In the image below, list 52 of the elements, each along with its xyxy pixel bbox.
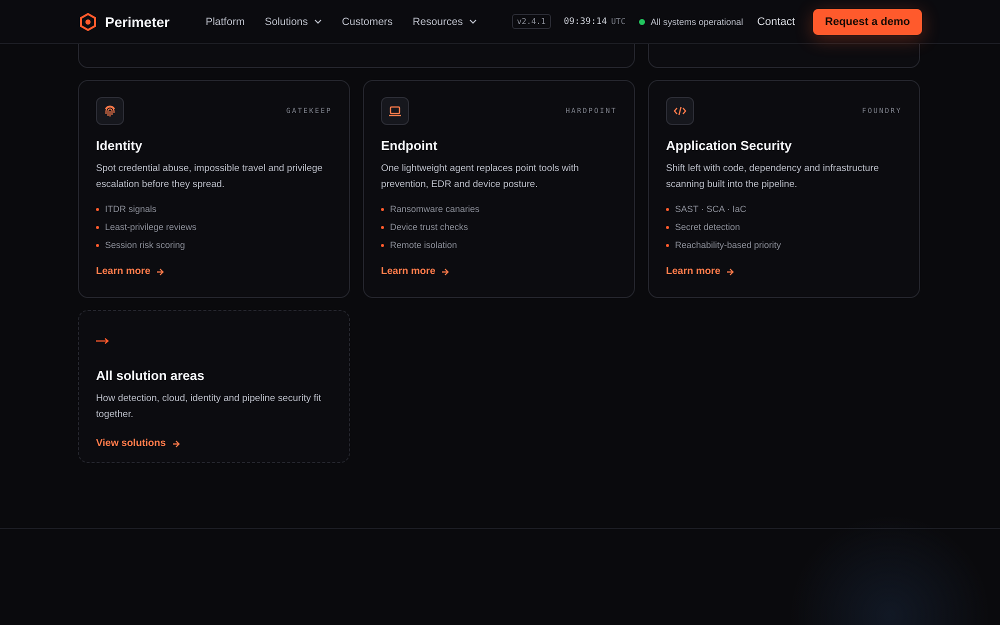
timezone-label: UTC	[611, 17, 626, 26]
nav-link[interactable]: Resources	[412, 16, 477, 28]
feature-item: SAST · SCA · IaC	[675, 203, 746, 215]
card-description: Shift left with code, dependency and infrastructure scanning built into the pipeline.	[666, 162, 880, 192]
card-description: Spot credential abuse, impossible travel and privilege escalation before they spread.	[96, 162, 324, 192]
bullet-icon	[381, 226, 384, 228]
status-text: All systems operational	[650, 16, 744, 26]
feature-item: Least-privilege reviews	[105, 221, 197, 233]
feature-item: Device trust checks	[390, 221, 468, 233]
card-title: Endpoint	[381, 138, 438, 153]
feature-item: Secret detection	[675, 221, 740, 233]
learn-more-link[interactable]: Learn more	[381, 266, 450, 277]
laptop-icon	[388, 104, 402, 118]
nav-link[interactable]: Platform	[206, 16, 245, 28]
version-badge: v2.4.1	[512, 14, 551, 29]
bullet-icon	[381, 208, 384, 210]
arrow-right-icon	[96, 338, 109, 344]
feature-item: Reachability-based priority	[675, 239, 782, 251]
arrow-right-icon	[156, 268, 164, 276]
learn-more-link[interactable]: Learn more	[96, 266, 164, 277]
learn-more-link[interactable]: View solutions	[96, 438, 180, 449]
card-title: Application Security	[666, 138, 793, 153]
feature-item: ITDR signals	[105, 203, 157, 215]
card-description: How detection, cloud, identity and pipeline security fit together.	[96, 392, 322, 422]
chevron-down-icon	[314, 19, 322, 24]
feature-item: Session risk scoring	[105, 239, 186, 251]
contact-link[interactable]: Contact	[757, 16, 796, 28]
brand-name[interactable]: Perimeter	[105, 14, 170, 30]
bullet-icon	[96, 226, 99, 228]
bullet-icon	[666, 208, 669, 210]
fingerprint-icon	[103, 104, 117, 118]
hexagon-logo-icon	[80, 12, 96, 30]
bullet-icon	[96, 208, 99, 210]
nav-link[interactable]: Customers	[342, 16, 393, 28]
request-demo-button[interactable]: Request a demo	[813, 8, 922, 34]
code-icon	[673, 104, 687, 118]
arrow-right-icon	[726, 268, 734, 276]
nav-link[interactable]: Solutions	[264, 16, 322, 28]
clock-time: 09:39:14	[564, 16, 608, 26]
card-description: One lightweight agent replaces point tools with prevention, EDR and device posture.	[381, 162, 580, 192]
feature-item: Remote isolation	[390, 239, 458, 251]
arrow-right-icon	[441, 268, 450, 276]
card-title: All solution areas	[96, 368, 206, 383]
bullet-icon	[381, 244, 384, 246]
card-title: Identity	[96, 138, 144, 153]
bullet-icon	[96, 244, 99, 246]
bullet-icon	[666, 226, 669, 228]
learn-more-link[interactable]: Learn more	[666, 266, 734, 277]
bullet-icon	[666, 244, 669, 246]
feature-item: Ransomware canaries	[390, 203, 480, 215]
chevron-down-icon	[468, 19, 477, 24]
arrow-right-icon	[172, 440, 180, 448]
